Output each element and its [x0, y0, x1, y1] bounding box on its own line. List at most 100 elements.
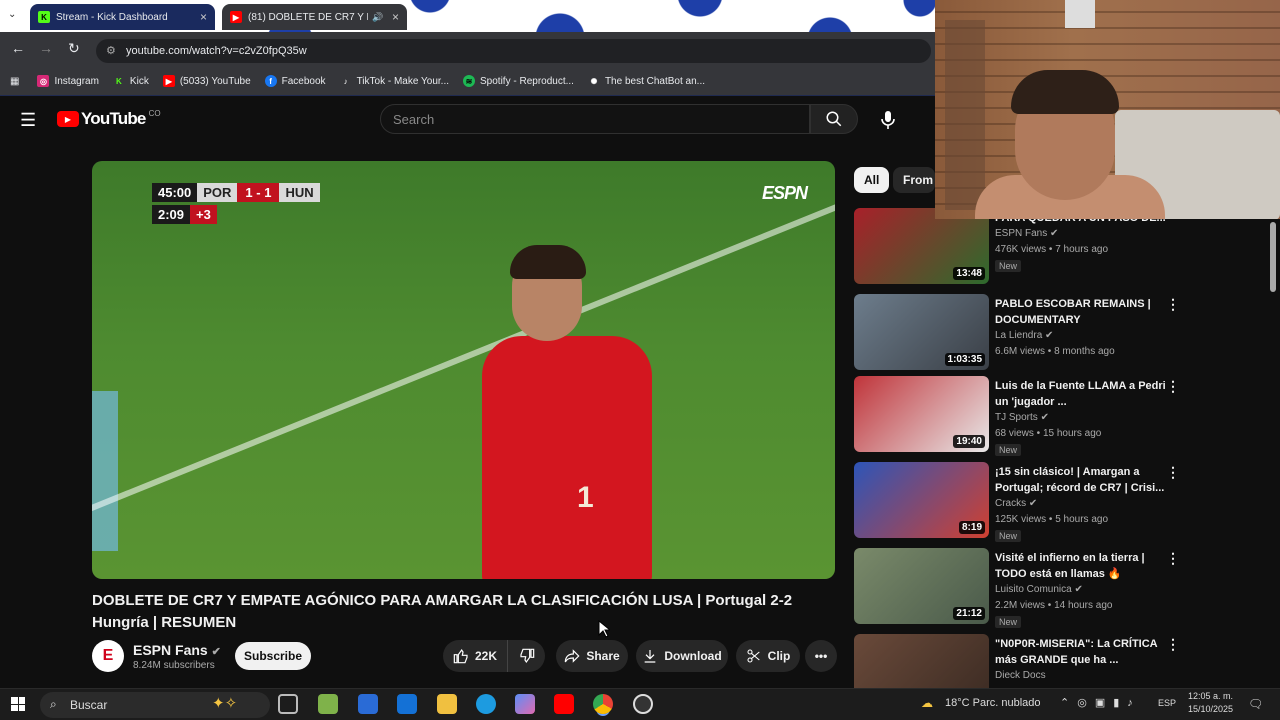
verified-icon: ✔ — [1026, 498, 1038, 509]
task-view-icon[interactable] — [278, 694, 298, 714]
recommendation-channel[interactable]: Cracks ✔ — [995, 498, 1037, 509]
more-options-icon[interactable]: ⋮ — [1166, 636, 1180, 653]
recommendation-item[interactable]: 8:19 ¡15 sin clásico! | Amargan a Portuga… — [854, 462, 1274, 542]
video-player[interactable]: 1 45:00 POR 1 - 1 HUN 2:09 +3 ESPN — [92, 161, 835, 579]
speaker-icon[interactable]: 🔊 — [372, 12, 383, 23]
bookmark-instagram[interactable]: ◎ Instagram — [37, 75, 99, 87]
verified-icon: ✔ — [1037, 412, 1049, 423]
more-options-icon[interactable]: ⋮ — [1166, 378, 1180, 395]
video-thumbnail[interactable]: 19:40 — [854, 376, 989, 452]
bookmark-chatbot[interactable]: ✺ The best ChatBot an... — [588, 75, 705, 87]
recommendation-item[interactable]: 1:03:35 PABLO ESCOBAR REMAINS | DOCUMENTA… — [854, 294, 1274, 372]
download-button[interactable]: Download — [636, 640, 728, 672]
clip-button[interactable]: Clip — [736, 640, 800, 672]
menu-icon[interactable]: ☰ — [20, 110, 36, 131]
edge-icon[interactable] — [476, 694, 496, 714]
site-info-icon[interactable]: ⚙ — [106, 44, 116, 57]
share-button[interactable]: Share — [556, 640, 628, 672]
tab-youtube-video[interactable]: ▶ (81) DOBLETE DE CR7 Y EM 🔊 × — [222, 4, 407, 30]
bookmark-label: TikTok - Make Your... — [356, 75, 450, 87]
chrome-icon[interactable] — [593, 694, 613, 714]
recommendation-item[interactable]: 21:12 Visité el infierno en la tierra | T… — [854, 548, 1274, 628]
bookmark-label: (5033) YouTube — [179, 75, 251, 87]
new-tab-icon[interactable]: + — [416, 7, 425, 24]
youtube-logo[interactable]: ▶ YouTube CO — [57, 109, 161, 129]
recommendation-title[interactable]: Luis de la Fuente LLAMA a Pedri un 'juga… — [995, 378, 1175, 410]
bookmark-label: Spotify - Reproduct... — [480, 75, 574, 87]
video-duration: 13:48 — [953, 267, 985, 280]
chip-from-channel[interactable]: From t — [893, 167, 935, 193]
windows-start-icon[interactable] — [11, 697, 25, 711]
obs-icon[interactable] — [633, 694, 653, 714]
recommendation-channel[interactable]: TJ Sports ✔ — [995, 412, 1049, 423]
recommendation-title[interactable]: "N0P0R-MISERIA": La CRÍTICA más GRANDE q… — [995, 636, 1175, 668]
taskbar-search-placeholder: Buscar — [70, 698, 108, 712]
back-icon[interactable]: ← — [11, 40, 25, 56]
search-button[interactable] — [810, 104, 858, 134]
more-actions-button[interactable]: ••• — [805, 640, 837, 672]
bookmark-tiktok[interactable]: ♪ TikTok - Make Your... — [340, 75, 449, 87]
video-thumbnail[interactable]: 13:48 — [854, 208, 989, 284]
system-tray-icons[interactable]: ⌃◎▣▮♪ — [1060, 696, 1141, 709]
subscribe-button[interactable]: Subscribe — [235, 642, 311, 670]
recommendation-title[interactable]: ¡15 sin clásico! | Amargan a Portugal; r… — [995, 464, 1175, 496]
tab-kick-dashboard[interactable]: K Stream - Kick Dashboard × — [30, 4, 215, 30]
language-indicator[interactable]: ESP — [1158, 698, 1176, 708]
tab-search-icon[interactable]: ⌄ — [8, 9, 16, 20]
bookmarks-bar: ▦ ◎ Instagram K Kick ▶ (5033) YouTube f Face… — [0, 67, 935, 96]
youtube-icon: ▶ — [230, 11, 242, 23]
url-field[interactable]: ⚙ youtube.com/watch?v=c2vZ0fpQ35w — [96, 39, 931, 63]
new-badge: New — [995, 444, 1022, 456]
more-icon: ••• — [814, 649, 828, 663]
video-thumbnail[interactable]: 8:19 — [854, 462, 989, 538]
recommendation-channel[interactable]: La Liendra ✔ — [995, 330, 1053, 341]
bookmark-youtube[interactable]: ▶ (5033) YouTube — [162, 75, 251, 87]
outlook-icon[interactable] — [397, 694, 417, 714]
channel-avatar[interactable]: E — [92, 640, 124, 672]
channel-name-text: Dieck Docs — [995, 670, 1046, 681]
facebook-icon: f — [264, 75, 277, 87]
youtube-app-icon[interactable] — [554, 694, 574, 714]
bookmark-kick[interactable]: K Kick — [113, 75, 149, 87]
dislike-button[interactable] — [507, 640, 545, 672]
recommendation-title[interactable]: Visité el infierno en la tierra | TODO e… — [995, 550, 1175, 582]
scoreboard: 45:00 POR 1 - 1 HUN — [152, 183, 320, 202]
recommendation-title[interactable]: PABLO ESCOBAR REMAINS | DOCUMENTARY — [995, 296, 1175, 328]
voice-search-button[interactable] — [872, 104, 904, 136]
more-options-icon[interactable]: ⋮ — [1166, 296, 1180, 313]
file-explorer-icon[interactable] — [437, 694, 457, 714]
widgets-app-icon[interactable] — [318, 694, 338, 714]
recommendation-item[interactable]: 19:40 Luis de la Fuente LLAMA a Pedri un … — [854, 376, 1274, 456]
like-button[interactable]: 22K — [443, 640, 507, 672]
video-duration: 1:03:35 — [944, 353, 985, 366]
channel-name[interactable]: ESPN Fans ✔ — [133, 642, 221, 658]
notifications-icon[interactable]: 🗨 — [1248, 697, 1263, 711]
more-options-icon[interactable]: ⋮ — [1166, 550, 1180, 567]
thumbs-down-icon — [519, 648, 534, 664]
bookmark-spotify[interactable]: ≋ Spotify - Reproduct... — [463, 75, 574, 87]
close-tab-icon[interactable]: × — [392, 10, 399, 24]
scrollbar-thumb[interactable] — [1270, 222, 1276, 292]
recommendation-meta: 476K views • 7 hours ago — [995, 244, 1109, 255]
wall-picture — [1065, 0, 1095, 28]
close-tab-icon[interactable]: × — [200, 10, 207, 24]
recommendation-channel[interactable]: Luisito Comunica ✔ — [995, 584, 1083, 595]
video-thumbnail[interactable]: 1:03:35 — [854, 294, 989, 370]
more-options-icon[interactable]: ⋮ — [1166, 464, 1180, 481]
recommendation-item[interactable]: 13:48PARA QUEDAR A UN PASO DE...ESPN Fan… — [854, 208, 1274, 286]
clock[interactable]: 12:05 a. m. 15/10/2025 — [1188, 690, 1233, 716]
apps-icon[interactable]: ▦ — [10, 76, 19, 87]
reload-icon[interactable]: ↻ — [68, 40, 80, 57]
recommendation-channel[interactable]: ESPN Fans ✔ — [995, 228, 1058, 239]
store-icon[interactable] — [358, 694, 378, 714]
forward-icon[interactable]: → — [39, 40, 53, 56]
chip-all[interactable]: All — [854, 167, 890, 193]
copilot-icon[interactable] — [515, 694, 535, 714]
logo-text: YouTube — [81, 109, 146, 128]
search-input[interactable]: Search — [380, 104, 810, 134]
video-thumbnail[interactable]: 21:12 — [854, 548, 989, 624]
bookmark-facebook[interactable]: f Facebook — [264, 75, 326, 87]
recommendation-channel[interactable]: Dieck Docs — [995, 670, 1046, 681]
weather-text[interactable]: 18°C Parc. nublado — [945, 697, 1041, 709]
subscriber-count: 8.24M subscribers — [133, 660, 215, 671]
